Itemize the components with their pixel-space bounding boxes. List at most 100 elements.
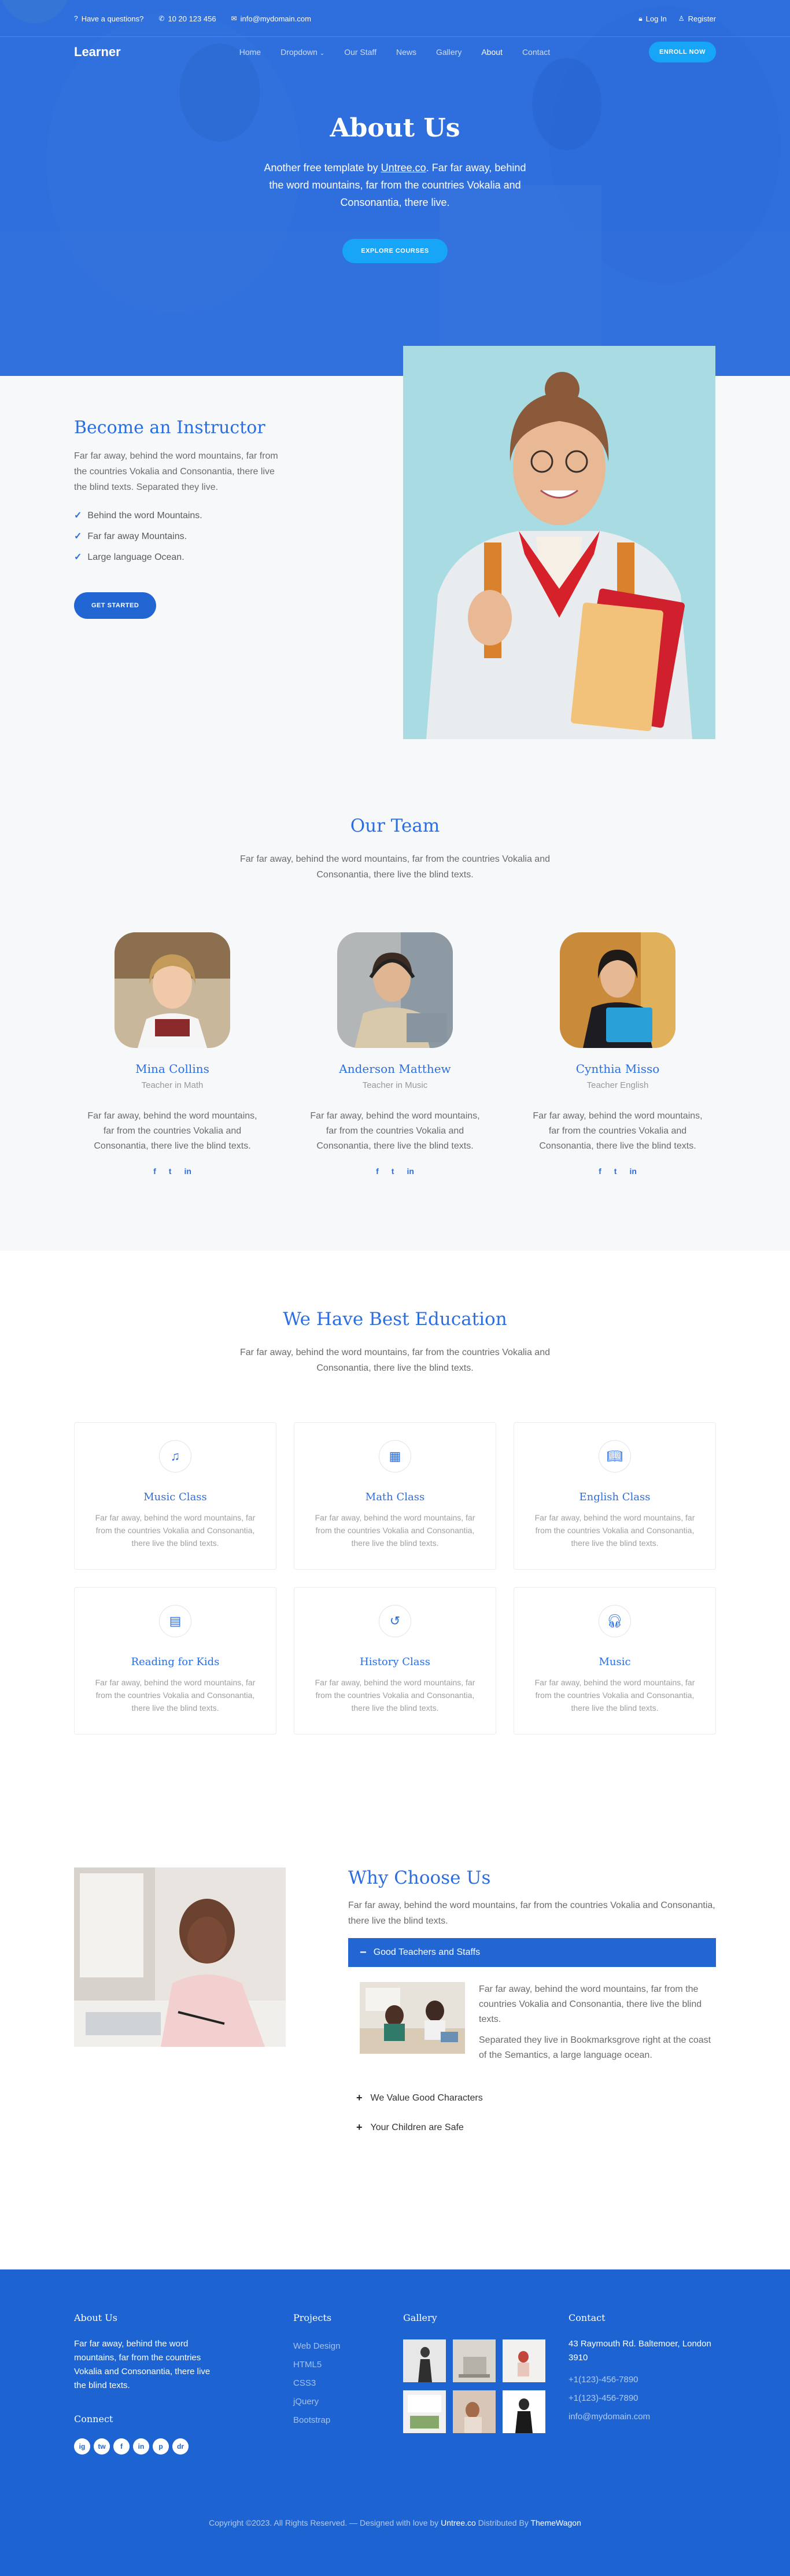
user-icon: ♙ [678,14,685,23]
class-card-english[interactable]: 📖︎ English Class Far far away, behind th… [514,1422,716,1570]
explore-courses-button[interactable]: EXPLORE COURSES [342,239,448,263]
team-member-card: Anderson Matthew Teacher in Music Far fa… [297,932,493,1176]
email-link[interactable]: ✉ info@mydomain.com [231,14,311,23]
history-icon: ↺ [379,1605,411,1637]
linkedin-icon[interactable]: in [184,1167,191,1176]
themewagon-link[interactable]: ThemeWagon [530,2518,581,2527]
site-logo[interactable]: Learner [74,45,121,60]
login-link[interactable]: 🔒︎ Log In [638,14,667,23]
phone-link[interactable]: ✆ 10 20 123 456 [158,14,216,23]
register-label: Register [688,14,716,23]
member-name[interactable]: Mina Collins [74,1062,271,1076]
footer-link-html5[interactable]: HTML5 [293,2356,340,2374]
why-choose-us-photo [74,1868,286,2047]
footer-about-text: Far far away, behind the word mountains,… [74,2339,211,2390]
gallery-thumbnail[interactable] [453,2390,496,2433]
instructor-text: Far far away, behind the word mountains,… [74,451,278,492]
register-link[interactable]: ♙ Register [678,14,716,23]
twitter-icon[interactable]: tw [94,2438,110,2455]
class-card-history[interactable]: ↺ History Class Far far away, behind the… [294,1587,496,1734]
gallery-thumbnail[interactable] [403,2339,446,2382]
footer-gallery-title: Gallery [403,2312,437,2323]
hero-description: Another free template by Untree.co. Far … [256,159,534,211]
member-name[interactable]: Anderson Matthew [297,1062,493,1076]
nav-item-contact[interactable]: Contact [522,47,550,57]
linkedin-icon[interactable]: in [133,2438,149,2455]
footer-phone-2[interactable]: +1(123)-456-7890 [568,2389,719,2408]
member-name[interactable]: Cynthia Misso [519,1062,716,1076]
enroll-now-button[interactable]: ENROLL NOW [649,42,716,62]
get-started-button[interactable]: GET STARTED [74,592,157,619]
footer-link-jquery[interactable]: jQuery [293,2393,340,2411]
facebook-icon[interactable]: f [599,1167,601,1176]
nav-item-dropdown-label: Dropdown [280,47,318,57]
pinterest-icon[interactable]: p [153,2438,169,2455]
nav-item-gallery[interactable]: Gallery [436,47,462,57]
accordion-header-good-characters[interactable]: + We Value Good Characters [348,2092,716,2104]
class-card-music[interactable]: ♫ Music Class Far far away, behind the w… [74,1422,276,1570]
reader-icon: ▤ [159,1605,191,1637]
questions-link[interactable]: ? Have a questions? [74,14,143,23]
footer-phone-1[interactable]: +1(123)-456-7890 [568,2371,719,2389]
gallery-thumbnail[interactable] [453,2339,496,2382]
phone-icon: ✆ [158,14,165,23]
check-item: ✓ Behind the word Mountains. [74,505,282,526]
class-card-reading[interactable]: ▤ Reading for Kids Far far away, behind … [74,1587,276,1734]
linkedin-icon[interactable]: in [629,1167,636,1176]
hero-section: ? Have a questions? ✆ 10 20 123 456 ✉ in… [0,0,790,376]
nav-menu: Home Dropdown ⌄ Our Staff News Gallery A… [239,47,550,57]
footer-about-title: About Us [74,2312,117,2323]
footer-link-bootstrap[interactable]: Bootstrap [293,2411,340,2430]
class-card-math[interactable]: ▦ Math Class Far far away, behind the wo… [294,1422,496,1570]
class-title: Reading for Kids [131,1656,220,1668]
nav-item-news[interactable]: News [396,47,416,57]
check-icon: ✓ [74,511,82,521]
login-label: Log In [645,14,667,23]
accordion-header-good-teachers[interactable]: − Good Teachers and Staffs [348,1938,716,1967]
why-title: Why Choose Us [348,1868,491,1888]
instagram-icon[interactable]: ig [74,2438,90,2455]
facebook-icon[interactable]: f [376,1167,379,1176]
gallery-thumbnail[interactable] [403,2390,446,2433]
phone-label: 10 20 123 456 [168,14,216,23]
check-label: Far far away Mountains. [87,532,187,541]
footer-email[interactable]: info@mydomain.com [568,2408,719,2426]
accordion-header-children-safe[interactable]: + Your Children are Safe [348,2121,716,2134]
nav-item-dropdown[interactable]: Dropdown ⌄ [280,47,324,57]
nav-item-our-staff[interactable]: Our Staff [344,47,376,57]
gallery-thumbnail[interactable] [503,2339,545,2382]
member-photo [337,932,453,1048]
gallery-thumbnail[interactable] [503,2390,545,2433]
twitter-icon[interactable]: t [169,1167,172,1176]
footer-contact-column: Contact 43 Raymouth Rd. Baltemoer, Londo… [568,2312,719,2426]
facebook-icon[interactable]: f [113,2438,130,2455]
team-section: Our Team Far far away, behind the word m… [0,781,790,1251]
nav-item-about[interactable]: About [481,47,503,57]
facebook-icon[interactable]: f [153,1167,156,1176]
class-card-music-2[interactable]: 🎧︎ Music Far far away, behind the word m… [514,1587,716,1734]
accordion-para-2: Separated they live in Bookmarksgrove ri… [479,2035,711,2060]
footer-projects-column: Projects Web Design HTML5 CSS3 jQuery Bo… [293,2312,340,2430]
hero-text-before: Another free template by [264,162,381,174]
footer-link-css3[interactable]: CSS3 [293,2374,340,2393]
untree-link[interactable]: Untree.co [381,162,426,174]
email-label: info@mydomain.com [240,14,311,23]
footer-connect-title: Connect [74,2413,113,2424]
footer-social-icons: ig tw f in p dr [74,2438,213,2455]
plus-icon: + [356,2121,363,2133]
class-title: History Class [360,1656,430,1668]
class-text: Far far away, behind the word mountains,… [95,1513,256,1548]
dribbble-icon[interactable]: dr [172,2438,189,2455]
top-bar: ? Have a questions? ✆ 10 20 123 456 ✉ in… [0,0,790,37]
twitter-icon[interactable]: t [392,1167,394,1176]
accordion-body: Far far away, behind the word mountains,… [348,1982,716,2069]
twitter-icon[interactable]: t [614,1167,617,1176]
class-text: Far far away, behind the word mountains,… [534,1678,695,1713]
footer-address: 43 Raymouth Rd. Baltemoer, London 3910 [568,2339,711,2363]
nav-item-home[interactable]: Home [239,47,261,57]
class-title: Math Class [365,1491,425,1503]
class-text: Far far away, behind the word mountains,… [534,1513,695,1548]
linkedin-icon[interactable]: in [407,1167,414,1176]
untree-footer-link[interactable]: Untree.co [441,2518,476,2527]
footer-link-web-design[interactable]: Web Design [293,2337,340,2356]
